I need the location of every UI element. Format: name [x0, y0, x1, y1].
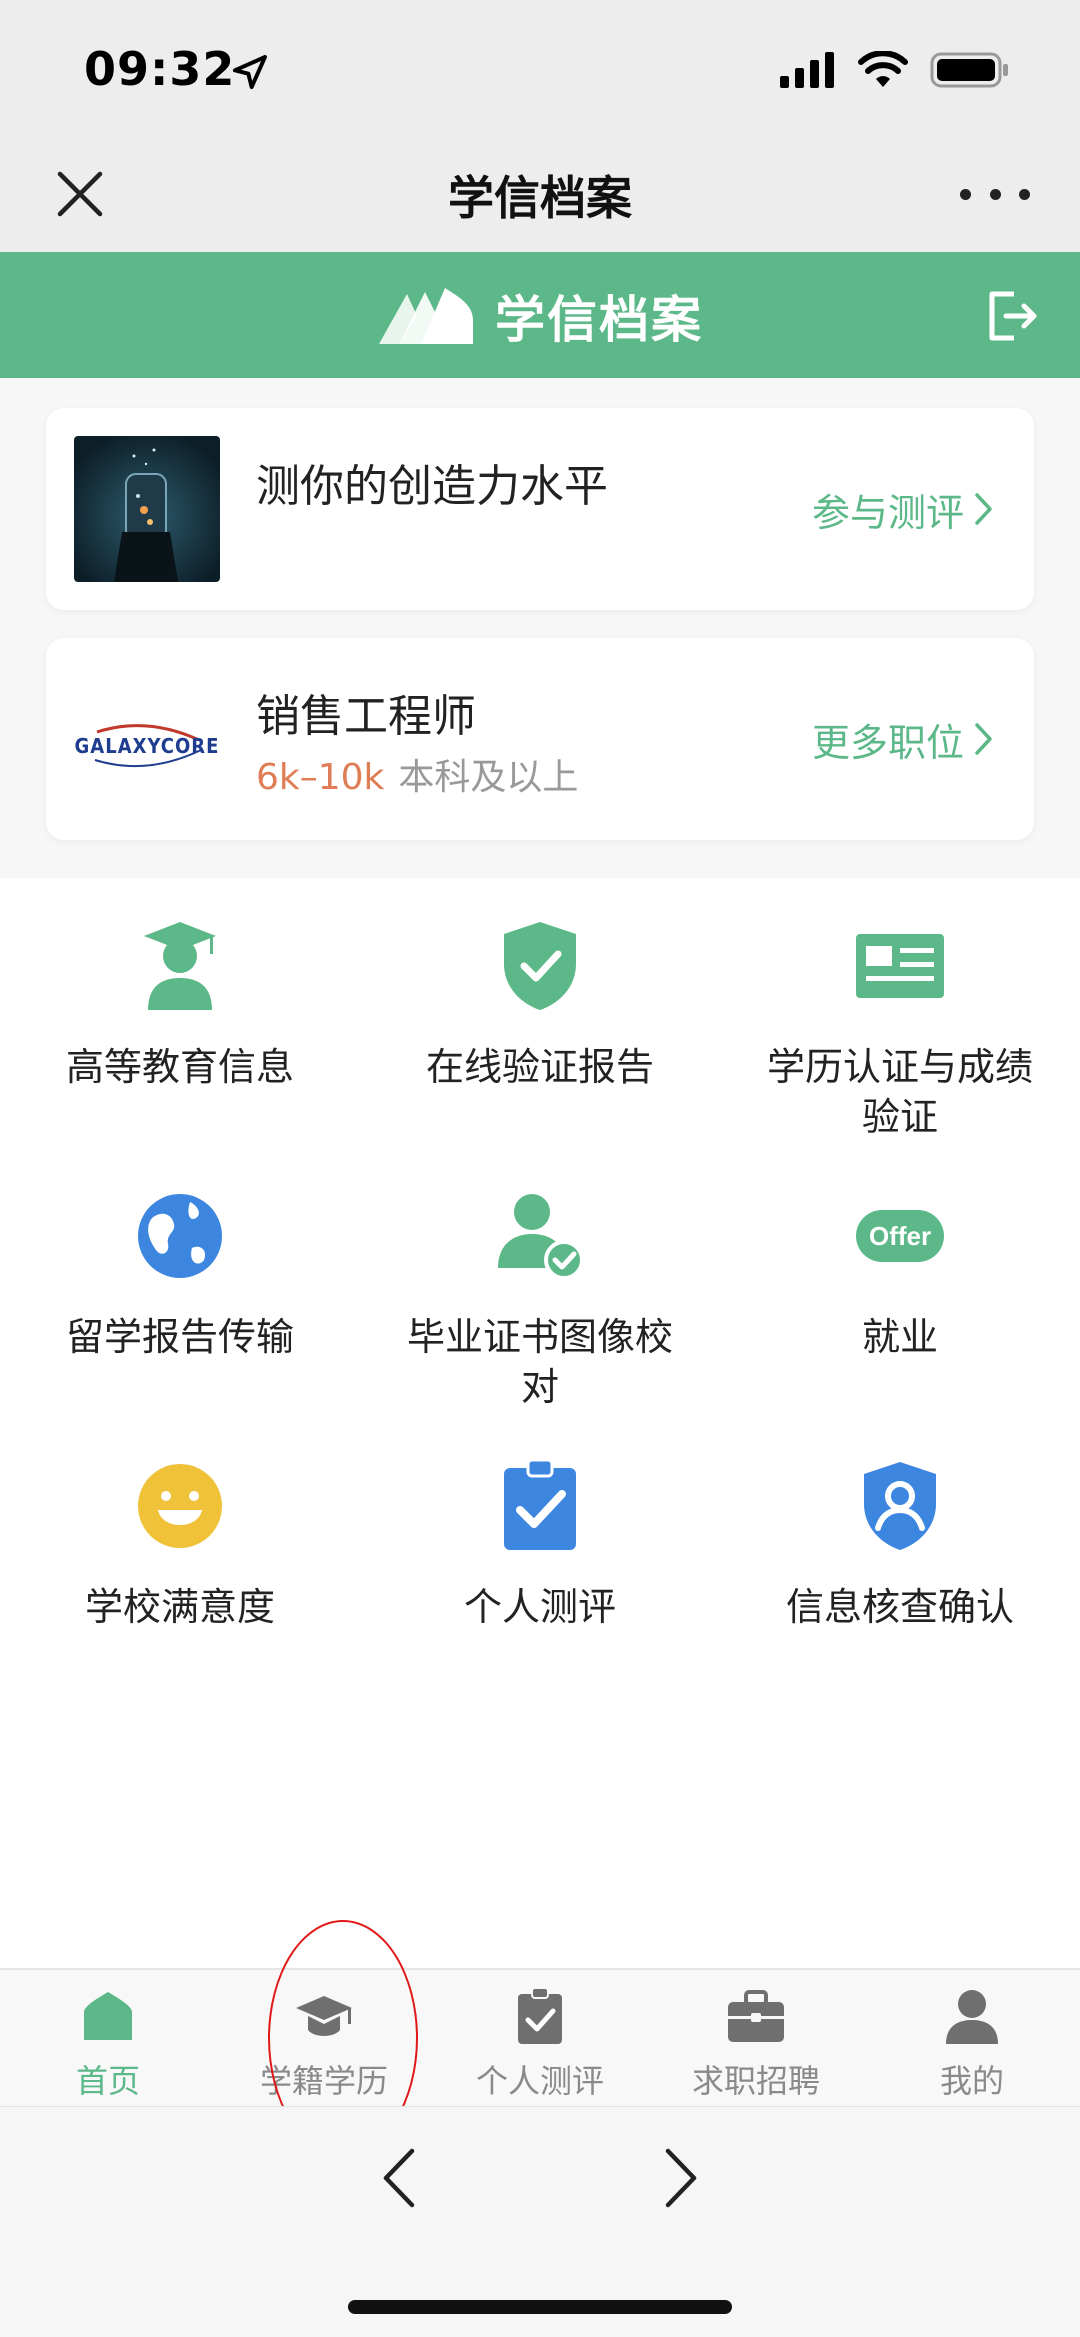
more-jobs-link[interactable]: 更多职位: [812, 638, 994, 840]
join-quiz-label: 参与测评: [811, 490, 964, 535]
home-indicator[interactable]: [348, 2300, 732, 2314]
tab-job-search[interactable]: 求职招聘: [648, 1970, 864, 2106]
status-bar: 09:32: [0, 0, 1080, 140]
chevron-right-icon: [975, 723, 992, 755]
quiz-card[interactable]: 测你的创造力水平 参与测评: [46, 408, 1034, 610]
grid-label: 就业: [861, 1315, 938, 1359]
shield-check-icon: [504, 922, 576, 1010]
user-icon: [946, 1990, 998, 2044]
tab-label: 求职招聘: [691, 2062, 820, 2100]
chevron-right-icon: [975, 493, 992, 525]
tab-label: 学籍学历: [259, 2062, 388, 2100]
tab-label: 首页: [75, 2062, 140, 2100]
status-indicators: [780, 50, 1010, 90]
graduate-person-icon: [144, 922, 216, 1010]
back-arrow-icon[interactable]: [370, 2143, 430, 2213]
grid-item-study-abroad[interactable]: 留学报告传输: [0, 1188, 360, 1362]
graduation-cap-icon: [296, 1996, 352, 2036]
grid-item-employment[interactable]: Offer 就业: [720, 1188, 1080, 1362]
home-icon: [84, 1992, 132, 2040]
briefcase-icon: [728, 1990, 784, 2042]
wifi-icon: [858, 51, 908, 87]
grid-item-higher-education[interactable]: 高等教育信息: [0, 918, 360, 1092]
job-salary: 6k–10k: [256, 757, 385, 798]
status-time: 09:32: [84, 42, 236, 96]
more-options-icon[interactable]: [960, 164, 1030, 224]
logout-icon[interactable]: [984, 288, 1040, 344]
grid-label: 学历认证与成绩验证: [766, 1045, 1033, 1139]
grid-label: 毕业证书图像校对: [406, 1315, 673, 1409]
grid-label: 信息核查确认: [785, 1585, 1014, 1629]
clipboard-check-icon: [504, 1458, 576, 1550]
grid-item-online-report[interactable]: 在线验证报告: [360, 918, 720, 1092]
job-card[interactable]: GALAXYCORE 销售工程师 6k–10k 本科及以上 更多职位: [46, 638, 1034, 840]
quiz-title: 测你的创造力水平: [256, 461, 608, 512]
grid-item-school-satisfaction[interactable]: 学校满意度: [0, 1458, 360, 1632]
location-arrow-icon: [233, 55, 267, 89]
person-check-icon: [498, 1194, 584, 1280]
grid-item-degree-certification[interactable]: 学历认证与成绩验证: [720, 918, 1080, 1142]
page-title: 学信档案: [448, 171, 632, 225]
tab-mine[interactable]: 我的: [864, 1970, 1080, 2106]
quiz-thumbnail: [74, 436, 220, 582]
more-jobs-label: 更多职位: [811, 720, 964, 765]
grid-item-personal-assessment[interactable]: 个人测评: [360, 1458, 720, 1632]
job-meta: 6k–10k 本科及以上: [256, 748, 578, 800]
feature-grid: 高等教育信息 在线验证报告 学历认证与成绩验证 留学报告传输 毕业证书图像校对 …: [0, 878, 1080, 1968]
join-quiz-link[interactable]: 参与测评: [812, 408, 994, 610]
grid-label: 留学报告传输: [65, 1315, 294, 1359]
offer-icon: Offer: [856, 1210, 944, 1262]
battery-icon: [930, 52, 1008, 88]
grid-label: 高等教育信息: [65, 1045, 294, 1089]
brand-logo-icon: [379, 288, 473, 344]
app-header: 学信档案: [0, 252, 1080, 378]
job-title: 销售工程师: [256, 691, 476, 742]
grid-item-certificate-check[interactable]: 毕业证书图像校对: [360, 1188, 720, 1412]
brand-text: 学信档案: [495, 291, 703, 349]
tab-home[interactable]: 首页: [0, 1970, 216, 2106]
signal-icon: [780, 52, 834, 88]
tab-bar: 首页 学籍学历 个人测评 求职招聘 我的: [0, 1968, 1080, 2106]
tab-label: 我的: [939, 2062, 1004, 2100]
tab-label: 个人测评: [475, 2062, 604, 2100]
globe-icon: [138, 1194, 222, 1278]
forward-arrow-icon[interactable]: [650, 2143, 710, 2213]
tab-academic-records[interactable]: 学籍学历: [216, 1970, 432, 2106]
job-education: 本科及以上: [398, 757, 579, 798]
grid-label: 学校满意度: [84, 1585, 275, 1629]
company-logo-text: GALAXYCORE: [74, 734, 220, 758]
id-card-icon: [856, 934, 944, 998]
shield-user-icon: [864, 1462, 936, 1550]
company-logo: GALAXYCORE: [74, 694, 220, 784]
smiley-icon: [138, 1464, 222, 1548]
brand: 学信档案: [0, 280, 1080, 352]
nav-bar: 学信档案: [0, 140, 1080, 252]
offer-text: Offer: [869, 1221, 931, 1251]
clipboard-check-icon: [518, 1987, 562, 2044]
main-content: 测你的创造力水平 参与测评 GALAXYCORE 销售工程师 6k–10k 本科及…: [0, 378, 1080, 1968]
grid-label: 个人测评: [463, 1585, 616, 1629]
grid-item-info-verification[interactable]: 信息核查确认: [720, 1458, 1080, 1632]
tab-personal-assessment[interactable]: 个人测评: [432, 1970, 648, 2106]
grid-label: 在线验证报告: [425, 1045, 654, 1089]
